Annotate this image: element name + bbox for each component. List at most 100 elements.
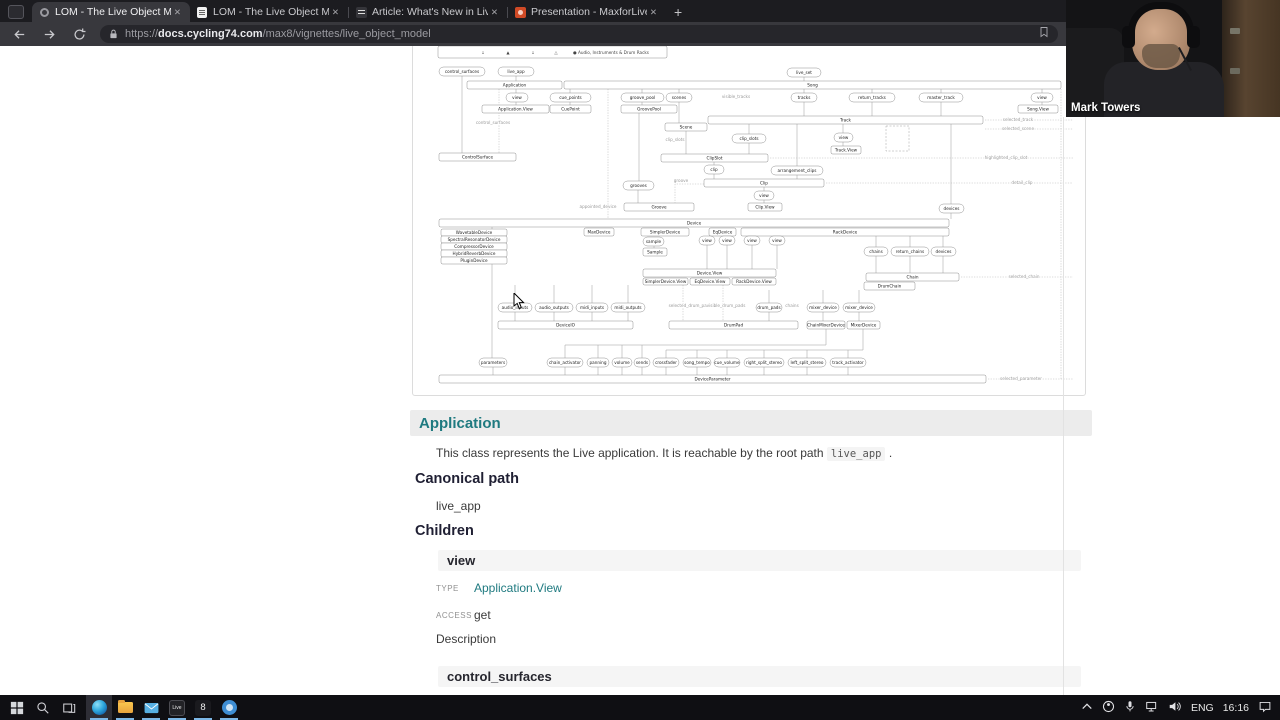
svg-text:return_chains: return_chains [896,249,924,254]
cycling74-favicon [38,6,50,18]
tray-microphone-icon[interactable] [1124,700,1136,716]
svg-text:audio_outputs: audio_outputs [539,305,569,310]
svg-text:groove: groove [674,178,689,183]
desktop-screen: LOM - The Live Object Model - M ✕ LOM - … [0,0,1280,720]
svg-text:view: view [722,238,732,243]
tray-chevron-icon[interactable] [1081,701,1093,714]
svg-text:Song.View: Song.View [1027,107,1049,112]
taskbar-edge-icon[interactable] [86,695,112,720]
svg-text:ControlSurface: ControlSurface [462,155,494,160]
svg-text:sends: sends [636,360,648,365]
svg-text:CompressorDevice: CompressorDevice [454,244,494,249]
search-icon[interactable] [30,695,56,720]
svg-text:CuePoint: CuePoint [561,107,580,112]
svg-text:left_split_stereo: left_split_stereo [791,360,824,365]
tab-close-icon[interactable]: ✕ [329,5,342,20]
svg-text:parameters: parameters [481,360,505,365]
tab-close-icon[interactable]: ✕ [488,5,501,20]
application-view-link[interactable]: Application.View [474,581,562,595]
tray-clock[interactable]: 16:16 [1223,702,1249,714]
svg-text:tracks: tracks [798,95,811,100]
start-button[interactable] [4,695,30,720]
taskbar-max8-icon[interactable]: 8 [190,695,216,720]
tab-close-icon[interactable]: ✕ [171,5,184,20]
svg-text:visible_drum_pads: visible_drum_pads [707,303,746,308]
bookmark-icon[interactable] [1038,25,1050,43]
svg-text:clip: clip [710,167,718,172]
svg-text:detail_clip: detail_clip [1011,180,1032,185]
svg-text:return_tracks: return_tracks [858,95,886,100]
svg-text:clip_slots: clip_slots [665,137,684,142]
page-viewport[interactable]: Application Song Application.View CuePoint G… [0,46,1280,695]
taskbar-mail-icon[interactable] [138,695,164,720]
svg-text:control_surfaces: control_surfaces [445,69,479,74]
tab-close-icon[interactable]: ✕ [647,5,660,20]
system-tray: ENG 16:16 [1081,695,1280,720]
browser-tab-active[interactable]: LOM - The Live Object Model - M ✕ [32,2,190,22]
svg-text:↓: ↓ [481,50,485,55]
action-center-icon[interactable] [1258,700,1272,716]
headphone-cup-left [1122,26,1135,48]
new-tab-button[interactable]: + [674,5,682,19]
tab-title: LOM - The Live Object Model - M [55,6,171,18]
description-label: Description [436,632,497,646]
svg-text:DeviceIO: DeviceIO [556,323,576,328]
taskbar-meeting-app-icon[interactable] [216,695,242,720]
svg-text:selected_parameter: selected_parameter [1000,376,1042,381]
svg-text:drum_pads: drum_pads [757,305,780,310]
svg-text:devices: devices [936,249,952,254]
svg-text:track_activator: track_activator [832,360,864,365]
svg-text:WavetableDevice: WavetableDevice [456,230,493,235]
svg-text:live_app: live_app [507,69,525,74]
application-section-header: Application [410,410,1092,436]
tray-language-label[interactable]: ENG [1191,702,1214,714]
url-text: https://docs.cycling74.com/max8/vignette… [125,28,431,40]
svg-text:panning: panning [589,360,606,365]
svg-text:clip_slots: clip_slots [739,136,758,141]
browser-tab[interactable]: Article: What's New in Live 11, P ✕ [349,2,507,22]
svg-text:view: view [1037,95,1047,100]
svg-text:control_surfaces: control_surfaces [476,120,510,125]
svg-text:Scene: Scene [680,125,693,130]
webcam-name-label: Mark Towers [1071,102,1141,114]
svg-text:view: view [839,135,849,140]
svg-text:selected_drum_pad: selected_drum_pad [669,303,710,308]
back-icon[interactable] [8,24,30,44]
svg-text:PluginDevice: PluginDevice [460,258,488,263]
svg-text:Sample: Sample [647,250,663,255]
headphones-icon [1128,2,1194,32]
svg-text:ChainMixerDevice: ChainMixerDevice [807,323,845,328]
svg-text:volume: volume [614,360,630,365]
svg-text:appointed_device: appointed_device [580,204,617,209]
headphone-cup-right [1187,26,1200,48]
svg-text:cue_volume: cue_volume [714,360,740,365]
browser-tab[interactable]: Presentation - MaxforLive and th ✕ [508,2,666,22]
taskbar-file-explorer-icon[interactable] [112,695,138,720]
browser-tab[interactable]: LOM - The Live Object Model Re ✕ [190,2,348,22]
tab-title: Article: What's New in Live 11, P [372,6,488,18]
lock-icon [110,29,117,39]
svg-text:devices: devices [944,206,960,211]
window-icon [8,5,24,19]
tray-network-icon[interactable] [1145,700,1159,716]
children-heading: Children [415,523,474,539]
address-bar[interactable]: https://docs.cycling74.com/max8/vignette… [100,25,1058,43]
forward-icon[interactable] [38,24,60,44]
svg-text:scenes: scenes [672,95,686,100]
lom-diagram: Application Song Application.View CuePoint G… [412,46,1086,396]
tray-volume-icon[interactable] [1168,700,1182,716]
canonical-path-heading: Canonical path [415,471,519,487]
access-value: get [474,608,491,622]
tray-obs-icon[interactable] [1102,700,1115,716]
svg-text:midi_inputs: midi_inputs [580,305,604,310]
taskbar-ableton-live-icon[interactable]: Live [164,695,190,720]
svg-text:groove_pool: groove_pool [630,95,656,100]
svg-text:MaxDevice: MaxDevice [588,230,611,235]
refresh-icon[interactable] [68,24,90,44]
mouse-cursor [513,291,525,315]
svg-text:Device.View: Device.View [697,271,723,276]
svg-text:view: view [772,238,782,243]
svg-text:EqDevice.View: EqDevice.View [695,279,726,284]
task-view-icon[interactable] [56,695,82,720]
svg-text:SpectralResonatorDevice: SpectralResonatorDevice [448,237,501,242]
